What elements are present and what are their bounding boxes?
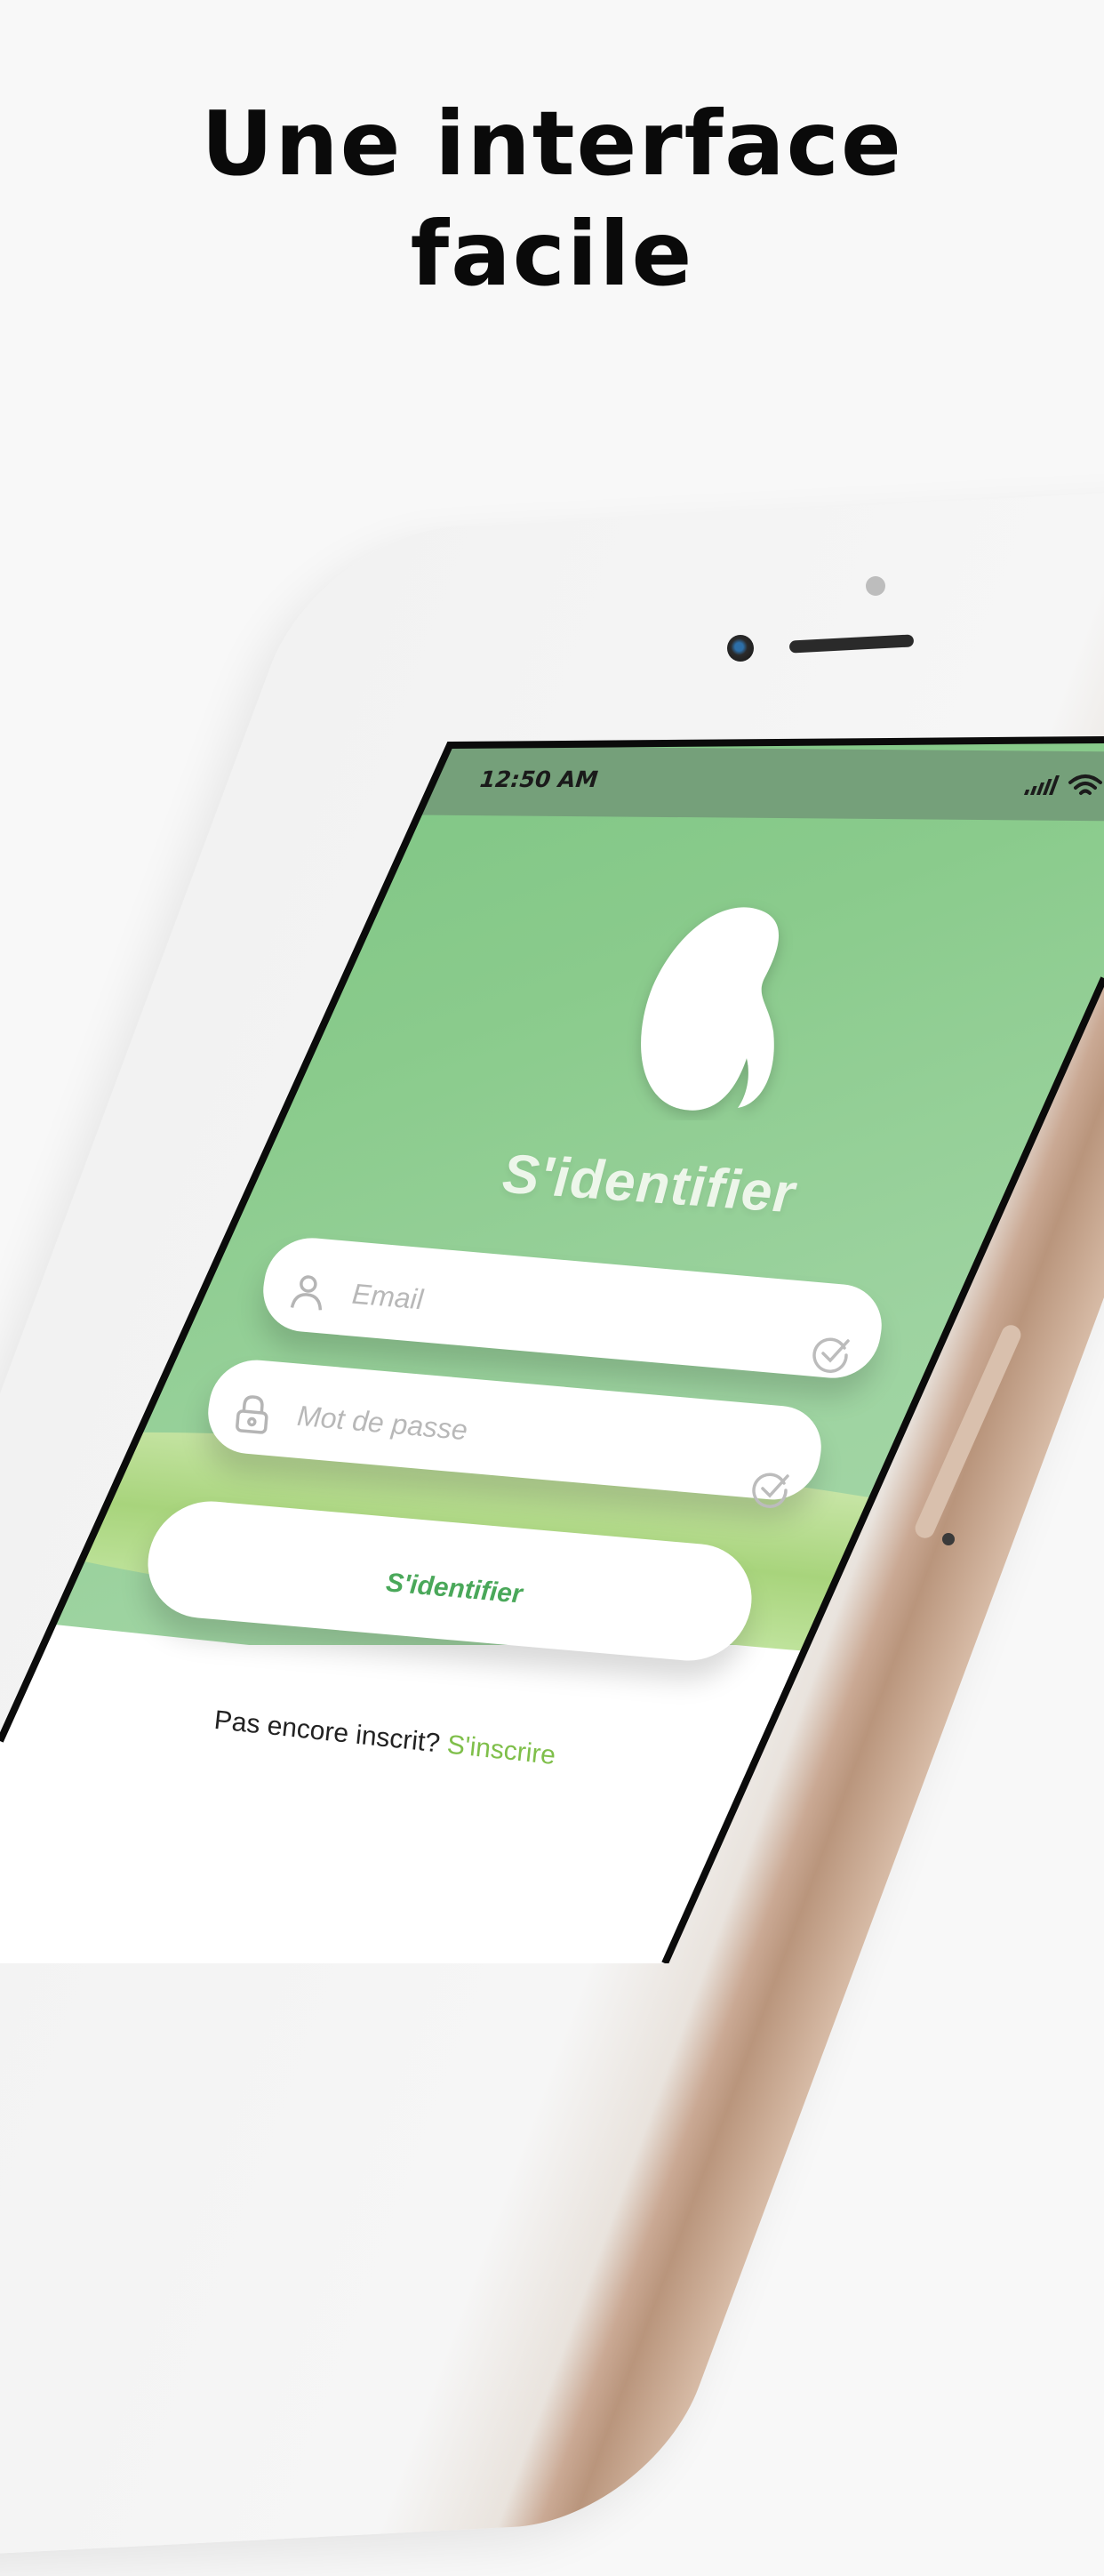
headline-line-2: facile <box>410 202 694 306</box>
front-camera-icon <box>727 635 754 662</box>
phone-sensor <box>866 576 885 596</box>
lock-icon <box>236 1395 268 1434</box>
phone-side-hole <box>942 1533 955 1545</box>
status-time: 12:50 AM <box>478 766 600 792</box>
kidney-logo-icon <box>641 907 780 1111</box>
email-input-placeholder[interactable]: Email <box>351 1278 425 1317</box>
email-check-icon <box>812 1337 850 1373</box>
promo-headline: Une interface facile <box>0 89 1104 309</box>
headline-line-1: Une interface <box>201 92 903 196</box>
signal-icon <box>1023 775 1060 795</box>
user-icon <box>290 1275 323 1311</box>
password-check-icon <box>752 1473 789 1508</box>
wifi-icon <box>1068 774 1102 795</box>
